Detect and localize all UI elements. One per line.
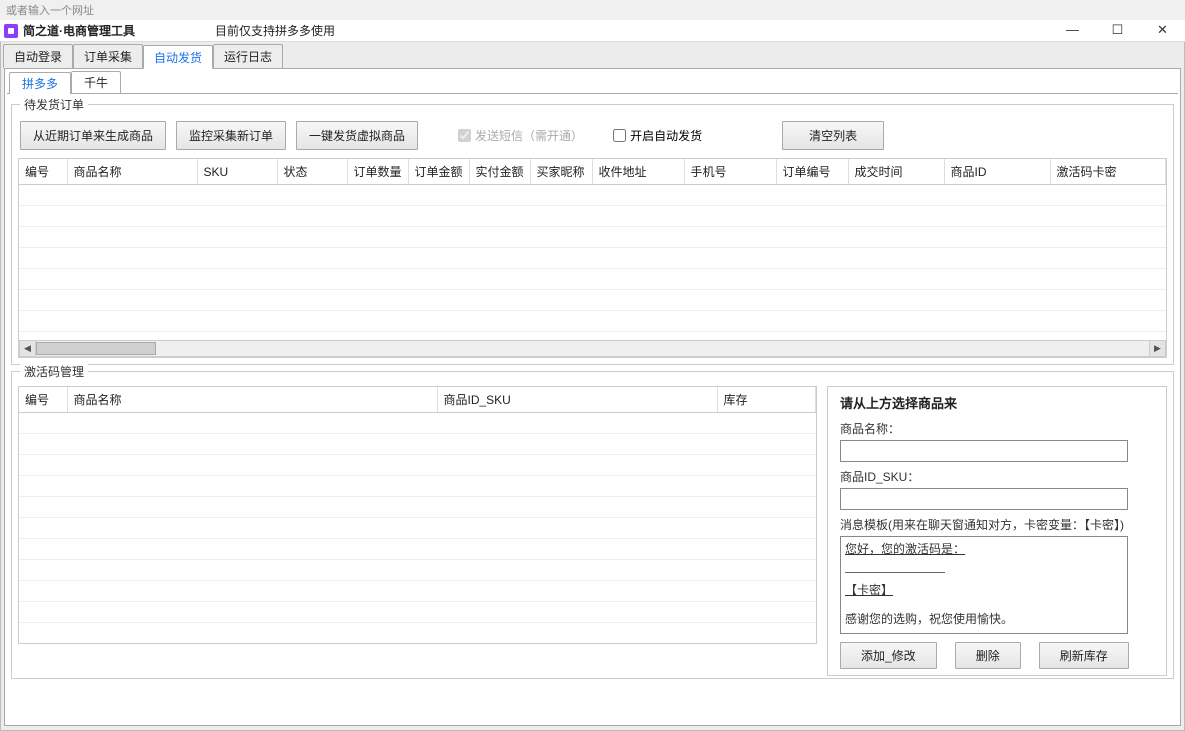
delete-button[interactable]: 删除 (955, 642, 1021, 669)
main-tab-strip: 自动登录 订单采集 自动发货 运行日志 (1, 44, 1184, 68)
msg-line3: 感谢您的选购，祝您使用愉快。 (845, 610, 1123, 629)
onekey-ship-button[interactable]: 一键发货虚拟商品 (296, 121, 418, 150)
msg-blank-line (845, 559, 945, 573)
col-paid[interactable]: 实付金额 (469, 159, 530, 185)
add-edit-button[interactable]: 添加_修改 (840, 642, 937, 669)
auto-ship-checkbox[interactable] (613, 129, 626, 142)
send-sms-checkbox (458, 129, 471, 142)
tab-content: 拼多多 千牛 待发货订单 从近期订单来生成商品 监控采集新订单 一键发货虚拟商品… (4, 68, 1181, 726)
col-id[interactable]: 编号 (19, 159, 67, 185)
tab-run-log[interactable]: 运行日志 (213, 44, 283, 68)
acol-name[interactable]: 商品名称 (67, 387, 437, 413)
maximize-button[interactable]: ☐ (1095, 20, 1140, 42)
tab-order-collect[interactable]: 订单采集 (73, 44, 143, 68)
col-activation-code[interactable]: 激活码卡密 (1050, 159, 1165, 185)
col-qty[interactable]: 订单数量 (347, 159, 408, 185)
col-amount[interactable]: 订单金额 (408, 159, 469, 185)
product-idsku-label: 商品ID_SKU： (840, 468, 1154, 485)
send-sms-checkbox-label: 发送短信（需开通） (458, 127, 583, 144)
product-name-label: 商品名称： (840, 420, 1154, 437)
sub-tab-pdd[interactable]: 拼多多 (9, 72, 71, 94)
browser-hint: 或者输入一个网址 (0, 0, 1185, 20)
col-buyer[interactable]: 买家昵称 (530, 159, 592, 185)
pending-orders-table-wrap: 编号 商品名称 SKU 状态 订单数量 订单金额 实付金额 买家昵称 收件地址 … (18, 158, 1167, 358)
activation-table-panel: 编号 商品名称 商品ID_SKU 库存 (18, 386, 817, 676)
product-form-panel: 请从上方选择商品来 商品名称： 商品ID_SKU： 消息模板(用来在聊天窗通知对… (827, 386, 1167, 676)
col-sku[interactable]: SKU (197, 159, 277, 185)
clear-list-button[interactable]: 清空列表 (782, 121, 884, 150)
msg-line1: 您好，您的激活码是： (845, 540, 1123, 559)
activation-lower: 编号 商品名称 商品ID_SKU 库存 (18, 386, 1167, 676)
activation-manage-group: 激活码管理 编号 商品名称 商品ID_SKU 库存 (11, 371, 1174, 679)
form-button-row: 添加_修改 删除 刷新库存 (840, 642, 1154, 669)
acol-id[interactable]: 编号 (19, 387, 67, 413)
tab-auto-login[interactable]: 自动登录 (3, 44, 73, 68)
msg-template-area[interactable]: 您好，您的激活码是： 【卡密】 感谢您的选购，祝您使用愉快。 (840, 536, 1128, 634)
sub-tab-qianniu[interactable]: 千牛 (71, 71, 121, 93)
msg-template-row: 消息模板(用来在聊天窗通知对方，卡密变量：【卡密】) 您好，您的激活码是： 【卡… (840, 516, 1154, 634)
pending-orders-header-row: 编号 商品名称 SKU 状态 订单数量 订单金额 实付金额 买家昵称 收件地址 … (19, 159, 1166, 185)
tab-auto-ship[interactable]: 自动发货 (143, 45, 213, 69)
auto-ship-checkbox-label[interactable]: 开启自动发货 (613, 127, 702, 144)
acol-stock[interactable]: 库存 (717, 387, 816, 413)
scroll-track[interactable] (36, 340, 1149, 357)
pending-hscroll[interactable]: ◀ ▶ (19, 340, 1166, 357)
col-product-id[interactable]: 商品ID (944, 159, 1050, 185)
activation-empty-rows (19, 413, 816, 644)
col-phone[interactable]: 手机号 (684, 159, 776, 185)
refresh-stock-button[interactable]: 刷新库存 (1039, 642, 1129, 669)
msg-template-label: 消息模板(用来在聊天窗通知对方，卡密变量：【卡密】) (840, 516, 1154, 533)
gen-from-recent-button[interactable]: 从近期订单来生成商品 (20, 121, 166, 150)
sub-content: 待发货订单 从近期订单来生成商品 监控采集新订单 一键发货虚拟商品 发送短信（需… (7, 93, 1178, 723)
app-icon (4, 24, 18, 38)
pending-empty-rows (19, 185, 1166, 353)
col-status[interactable]: 状态 (277, 159, 347, 185)
scroll-thumb[interactable] (36, 342, 156, 355)
monitor-new-orders-button[interactable]: 监控采集新订单 (176, 121, 286, 150)
product-name-row: 商品名称： (840, 420, 1154, 462)
form-header: 请从上方选择商品来 (840, 393, 1154, 412)
col-address[interactable]: 收件地址 (592, 159, 684, 185)
pending-orders-table[interactable]: 编号 商品名称 SKU 状态 订单数量 订单金额 实付金额 买家昵称 收件地址 … (19, 159, 1166, 185)
activation-manage-title: 激活码管理 (20, 363, 88, 380)
product-idsku-input[interactable] (840, 488, 1128, 510)
activation-header-row: 编号 商品名称 商品ID_SKU 库存 (19, 387, 816, 413)
pending-orders-group: 待发货订单 从近期订单来生成商品 监控采集新订单 一键发货虚拟商品 发送短信（需… (11, 104, 1174, 365)
window-subtitle: 目前仅支持拼多多使用 (215, 22, 335, 39)
scroll-left-icon[interactable]: ◀ (19, 340, 36, 357)
scroll-right-icon[interactable]: ▶ (1149, 340, 1166, 357)
msg-placeholder: 【卡密】 (845, 581, 1123, 600)
col-deal-time[interactable]: 成交时间 (848, 159, 944, 185)
sub-tab-strip: 拼多多 千牛 (7, 71, 1178, 93)
window-title: 简之道·电商管理工具 (23, 22, 135, 39)
pending-toolbar: 从近期订单来生成商品 监控采集新订单 一键发货虚拟商品 发送短信（需开通） 开启… (18, 115, 1167, 158)
col-product-name[interactable]: 商品名称 (67, 159, 197, 185)
title-bar: 简之道·电商管理工具 目前仅支持拼多多使用 — ☐ ✕ (0, 20, 1185, 42)
pending-orders-title: 待发货订单 (20, 96, 88, 113)
activation-table-wrap: 编号 商品名称 商品ID_SKU 库存 (18, 386, 817, 644)
col-order-no[interactable]: 订单编号 (776, 159, 848, 185)
close-button[interactable]: ✕ (1140, 20, 1185, 42)
minimize-button[interactable]: — (1050, 20, 1095, 42)
product-name-input[interactable] (840, 440, 1128, 462)
product-idsku-row: 商品ID_SKU： (840, 468, 1154, 510)
acol-idsku[interactable]: 商品ID_SKU (437, 387, 717, 413)
activation-table[interactable]: 编号 商品名称 商品ID_SKU 库存 (19, 387, 816, 413)
main-area: 自动登录 订单采集 自动发货 运行日志 拼多多 千牛 待发货订单 从近期订单来生… (0, 42, 1185, 731)
